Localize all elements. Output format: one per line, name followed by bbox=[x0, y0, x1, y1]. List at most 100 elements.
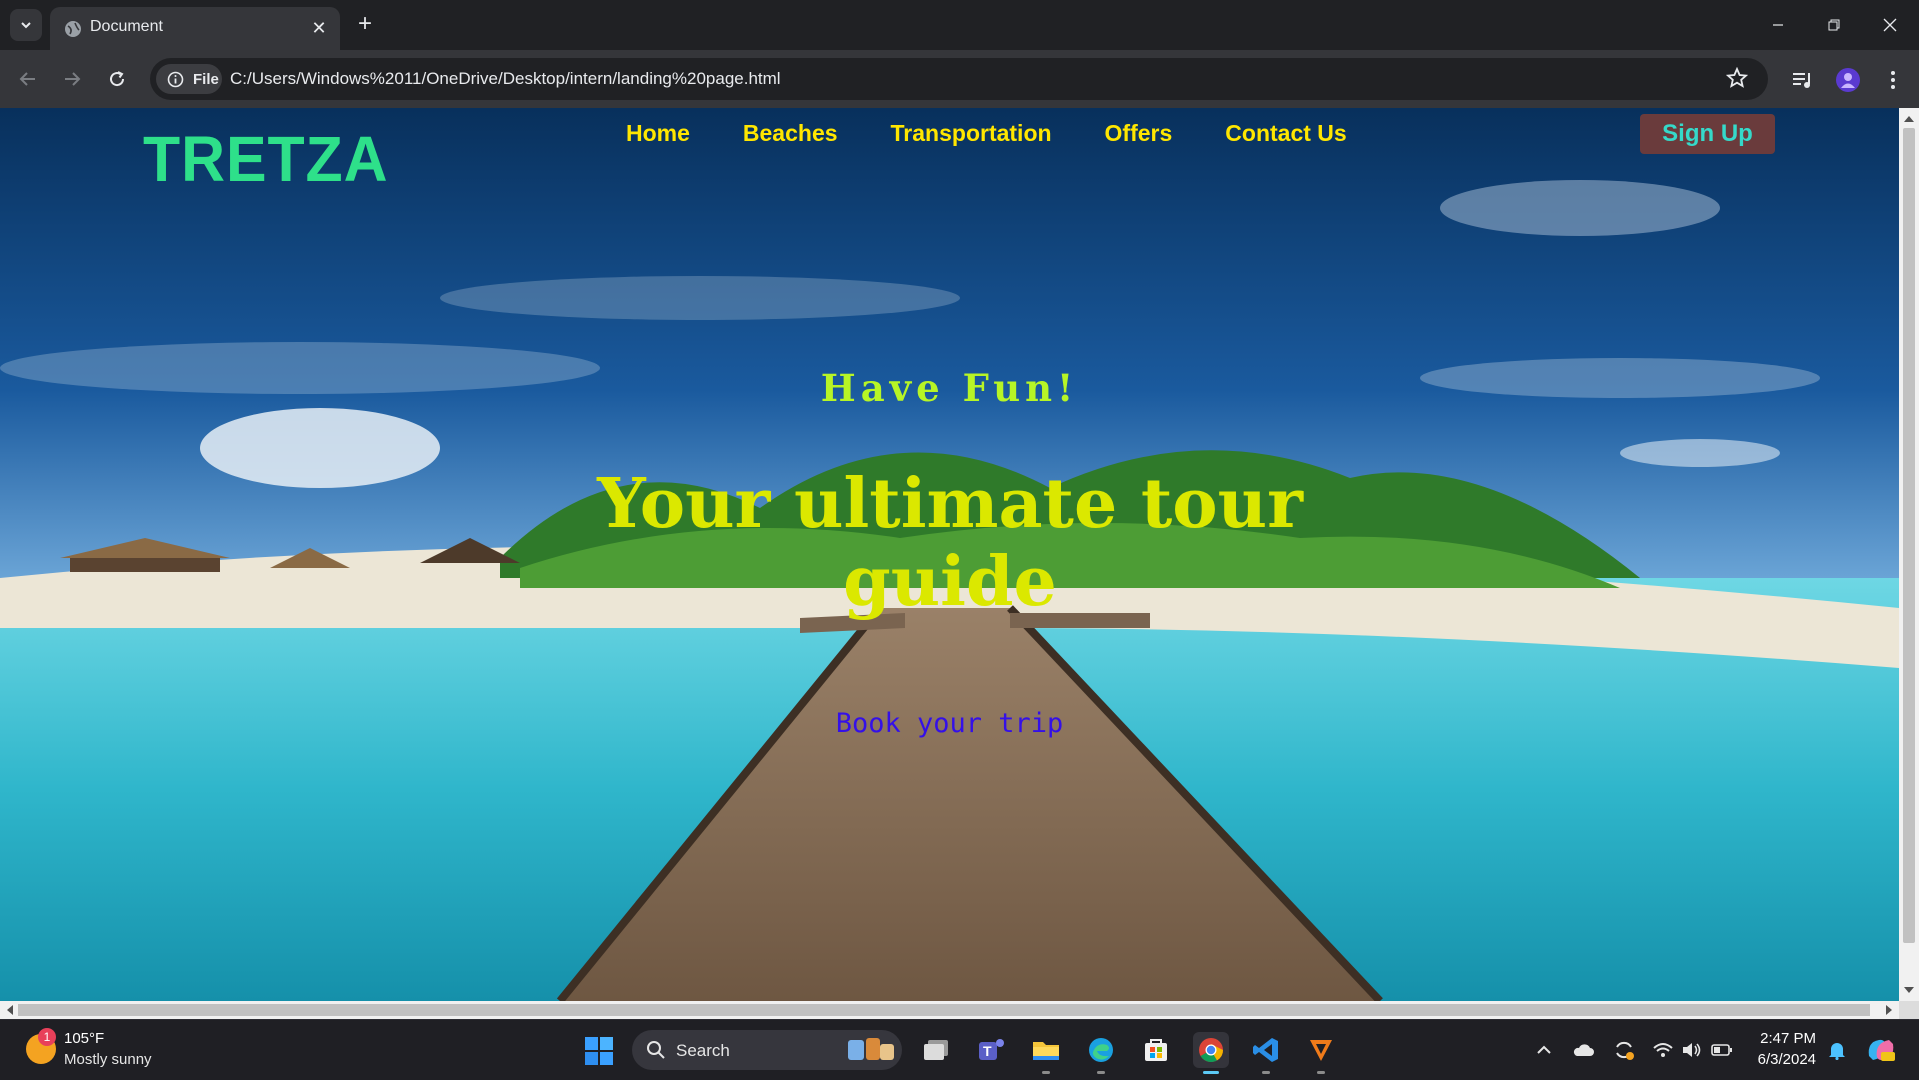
restore-icon bbox=[1828, 19, 1840, 31]
arrow-left-icon bbox=[19, 72, 35, 86]
app-button[interactable] bbox=[1303, 1032, 1339, 1074]
teams-button[interactable]: T bbox=[973, 1032, 1009, 1068]
store-icon bbox=[1145, 1039, 1167, 1061]
taskbar-search-label: Search bbox=[676, 1041, 730, 1060]
nav-link-home[interactable]: Home bbox=[626, 120, 690, 147]
address-bar[interactable]: File C:/Users/Windows%2011/OneDrive/Desk… bbox=[150, 58, 1768, 100]
chrome-button[interactable] bbox=[1193, 1032, 1229, 1074]
file-explorer-button[interactable] bbox=[1028, 1032, 1064, 1074]
minimize-icon bbox=[1773, 24, 1783, 26]
running-indicator bbox=[1097, 1071, 1105, 1074]
sign-up-button[interactable]: Sign Up bbox=[1640, 114, 1775, 154]
chevron-down-icon bbox=[21, 22, 31, 29]
page-viewport: TRETZA Home Beaches Transportation Offer… bbox=[0, 108, 1899, 1001]
horizontal-scrollbar[interactable] bbox=[0, 1001, 1899, 1019]
chrome-icon bbox=[1199, 1038, 1223, 1063]
forward-button[interactable] bbox=[57, 64, 87, 94]
info-icon bbox=[167, 71, 184, 88]
weather-description: Mostly sunny bbox=[64, 1051, 152, 1068]
windows-start-icon[interactable] bbox=[584, 1036, 614, 1066]
tab-strip: Document ✕ + bbox=[0, 0, 1919, 50]
clock-time: 2:47 PM bbox=[1760, 1030, 1816, 1047]
copilot-button[interactable] bbox=[1864, 1038, 1898, 1062]
task-view-icon bbox=[924, 1040, 948, 1060]
show-hidden-icons-button[interactable] bbox=[1532, 1038, 1556, 1062]
site-nav: Home Beaches Transportation Offers Conta… bbox=[626, 120, 1400, 147]
vlc-like-icon bbox=[1310, 1040, 1332, 1061]
cloud-icon bbox=[1573, 1044, 1594, 1056]
sync-tray-button[interactable] bbox=[1612, 1038, 1636, 1062]
scroll-right-icon[interactable] bbox=[1886, 1005, 1894, 1015]
profile-avatar[interactable] bbox=[1833, 65, 1863, 95]
folder-icon bbox=[1033, 1042, 1059, 1060]
copilot-icon bbox=[1868, 1039, 1895, 1061]
wifi-tray-button[interactable] bbox=[1651, 1038, 1675, 1062]
book-trip-link[interactable]: Book your trip bbox=[0, 708, 1899, 739]
search-icon bbox=[647, 1041, 665, 1059]
reload-icon bbox=[110, 71, 125, 87]
hero-title: Your ultimate tour guide bbox=[597, 464, 1303, 622]
edge-button[interactable] bbox=[1083, 1032, 1119, 1074]
reading-list-button[interactable] bbox=[1788, 65, 1818, 95]
tab-search-button[interactable] bbox=[10, 9, 42, 41]
scroll-up-icon[interactable] bbox=[1904, 114, 1914, 122]
back-button[interactable] bbox=[13, 64, 43, 94]
weather-notification-badge: 1 bbox=[38, 1028, 56, 1046]
onedrive-tray-button[interactable] bbox=[1571, 1038, 1595, 1062]
nav-link-transportation[interactable]: Transportation bbox=[891, 120, 1052, 147]
svg-text:T: T bbox=[983, 1043, 992, 1059]
active-indicator bbox=[1203, 1071, 1219, 1074]
nav-link-contact-us[interactable]: Contact Us bbox=[1225, 120, 1346, 147]
wifi-icon bbox=[1653, 1043, 1673, 1057]
restore-button[interactable] bbox=[1814, 10, 1854, 40]
menu-button[interactable] bbox=[1878, 65, 1908, 95]
brand-logo[interactable]: TRETZA bbox=[143, 122, 388, 196]
new-tab-button[interactable]: + bbox=[352, 12, 378, 38]
site-info-chip[interactable]: File bbox=[156, 64, 222, 94]
avatar-icon bbox=[1836, 68, 1860, 92]
battery-icon bbox=[1711, 1044, 1732, 1056]
taskbar-search-box[interactable]: Search bbox=[632, 1030, 902, 1070]
vertical-scrollbar[interactable] bbox=[1899, 108, 1919, 1001]
teams-icon: T bbox=[979, 1039, 1004, 1060]
store-button[interactable] bbox=[1138, 1032, 1174, 1068]
notifications-button[interactable] bbox=[1825, 1038, 1849, 1062]
tab-title: Document bbox=[90, 18, 163, 35]
windows-taskbar: 1 105°F Mostly sunny Search T 2:47 PM 6/… bbox=[0, 1019, 1919, 1080]
running-indicator bbox=[1317, 1071, 1325, 1074]
speaker-icon bbox=[1683, 1043, 1701, 1057]
reload-button[interactable] bbox=[102, 64, 132, 94]
task-view-button[interactable] bbox=[918, 1032, 954, 1068]
globe-icon bbox=[65, 21, 81, 37]
nav-link-beaches[interactable]: Beaches bbox=[743, 120, 838, 147]
close-icon bbox=[1883, 18, 1897, 32]
media-queue-icon bbox=[1793, 73, 1810, 88]
horizontal-scroll-thumb[interactable] bbox=[18, 1004, 1870, 1016]
bookmark-star-icon[interactable] bbox=[1726, 67, 1748, 89]
hero-kicker: Have Fun! bbox=[820, 366, 1079, 410]
close-tab-icon[interactable]: ✕ bbox=[308, 17, 330, 39]
minimize-button[interactable] bbox=[1758, 10, 1798, 40]
volume-tray-button[interactable] bbox=[1680, 1038, 1704, 1062]
vscode-button[interactable] bbox=[1248, 1032, 1284, 1074]
tab-document[interactable]: Document ✕ bbox=[50, 7, 340, 50]
battery-tray-button[interactable] bbox=[1710, 1038, 1734, 1062]
arrow-right-icon bbox=[65, 72, 81, 86]
browser-toolbar: File C:/Users/Windows%2011/OneDrive/Desk… bbox=[0, 50, 1919, 108]
site-chip-label: File bbox=[193, 71, 219, 88]
running-indicator bbox=[1042, 1071, 1050, 1074]
search-highlight-icon bbox=[848, 1038, 894, 1060]
close-window-button[interactable] bbox=[1870, 10, 1910, 40]
bell-icon bbox=[1829, 1043, 1845, 1060]
nav-link-offers[interactable]: Offers bbox=[1105, 120, 1173, 147]
weather-temperature: 105°F bbox=[64, 1030, 105, 1047]
url-text[interactable]: C:/Users/Windows%2011/OneDrive/Desktop/i… bbox=[230, 69, 781, 89]
scroll-left-icon[interactable] bbox=[5, 1005, 13, 1015]
scroll-down-icon[interactable] bbox=[1904, 987, 1914, 995]
vscode-icon bbox=[1253, 1038, 1278, 1062]
kebab-menu-icon bbox=[1891, 71, 1895, 89]
edge-icon bbox=[1089, 1038, 1113, 1062]
chevron-up-icon bbox=[1537, 1045, 1551, 1054]
vertical-scroll-thumb[interactable] bbox=[1903, 128, 1915, 943]
clock-date: 6/3/2024 bbox=[1757, 1051, 1816, 1068]
